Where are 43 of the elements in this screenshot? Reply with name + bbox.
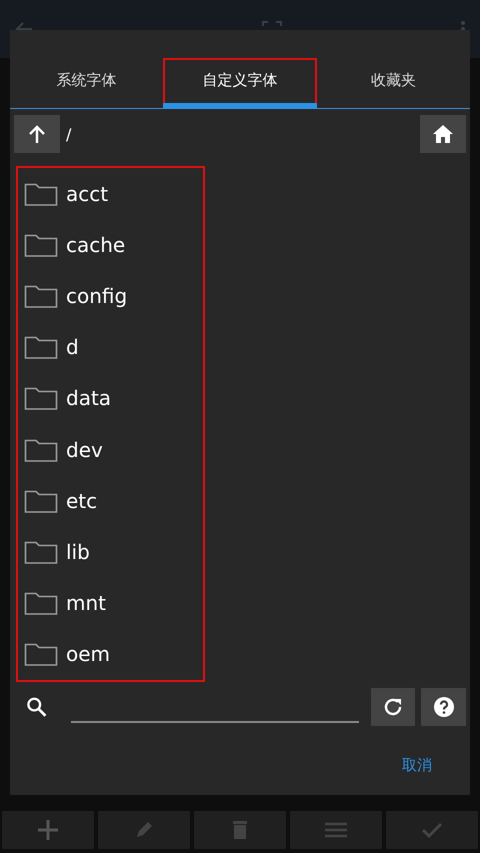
folder-icon	[24, 590, 58, 616]
current-path: /	[66, 124, 72, 144]
tab[interactable]: 自定义字体	[163, 58, 317, 108]
folder-icon	[24, 538, 58, 565]
lines-icon	[325, 822, 347, 838]
folder-icon	[24, 334, 58, 360]
folder-name[interactable]: lib	[66, 540, 90, 564]
folder-icon	[24, 385, 58, 412]
confirm-button[interactable]	[386, 811, 478, 849]
folder-name[interactable]: data	[66, 386, 112, 410]
help-button[interactable]	[421, 688, 466, 726]
tab[interactable]: 系统字体	[10, 58, 164, 108]
folder-name[interactable]: mnt	[66, 591, 106, 616]
trash-icon	[232, 820, 248, 840]
folder-icon	[24, 282, 58, 309]
folder-icon	[24, 232, 58, 258]
home-icon	[432, 124, 454, 144]
folder-name[interactable]: config	[66, 284, 128, 308]
folder-name[interactable]: etc	[66, 488, 98, 513]
check-icon	[421, 822, 443, 838]
search-icon	[26, 696, 48, 718]
plus-icon	[37, 819, 59, 841]
up-arrow-icon	[28, 124, 46, 144]
home-button[interactable]	[420, 115, 466, 153]
up-button[interactable]	[14, 115, 60, 153]
cancel-button[interactable]: 取消	[402, 752, 432, 779]
tab[interactable]: 收藏夹	[316, 58, 470, 108]
folder-icon	[24, 180, 58, 207]
folder-icon	[24, 488, 58, 514]
folder-name[interactable]: cache	[66, 232, 126, 257]
folder-icon	[24, 641, 58, 668]
folder-name[interactable]: d	[66, 335, 79, 360]
add-button[interactable]	[2, 811, 94, 849]
refresh-button[interactable]	[370, 688, 416, 726]
folder-name[interactable]: acct	[66, 182, 108, 206]
pencil-icon	[134, 820, 154, 840]
delete-button[interactable]	[194, 811, 286, 849]
help-icon	[432, 696, 455, 718]
edit-button[interactable]	[98, 811, 190, 849]
folder-name[interactable]: oem	[66, 642, 110, 666]
folder-name[interactable]: dev	[66, 438, 103, 462]
list-button[interactable]	[290, 811, 382, 849]
folder-icon	[24, 436, 58, 463]
